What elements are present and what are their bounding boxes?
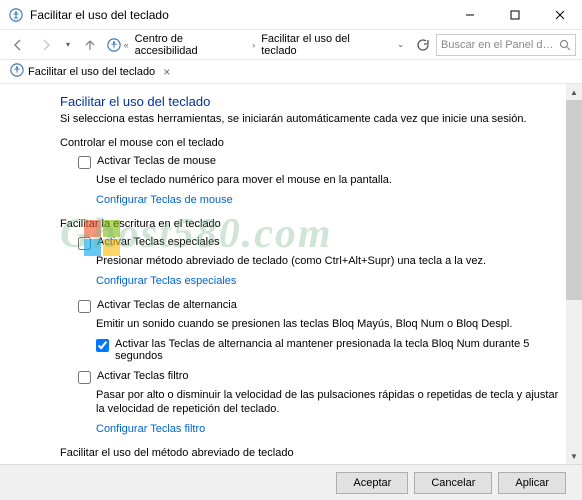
- checkbox-input[interactable]: [78, 237, 91, 250]
- accessibility-icon: [106, 37, 122, 53]
- window-title: Facilitar el uso del teclado: [30, 8, 447, 22]
- link-configure-filter-keys[interactable]: Configurar Teclas filtro: [96, 423, 568, 435]
- breadcrumb-item-current[interactable]: Facilitar el uso del teclado: [257, 31, 389, 59]
- checkbox-label: Activar Teclas filtro: [97, 370, 189, 382]
- ok-button[interactable]: Aceptar: [336, 472, 408, 494]
- checkbox-toggle-keys[interactable]: Activar Teclas de alternancia: [78, 299, 568, 313]
- checkbox-input[interactable]: [78, 300, 91, 313]
- back-button[interactable]: [6, 33, 30, 57]
- checkbox-sticky-keys[interactable]: Activar Teclas especiales: [78, 236, 568, 250]
- toggle-keys-desc: Emitir un sonido cuando se presionen las…: [96, 317, 568, 332]
- up-button[interactable]: [78, 33, 102, 57]
- checkbox-toggle-keys-numlock[interactable]: Activar las Teclas de alternancia al man…: [96, 338, 568, 362]
- checkbox-filter-keys[interactable]: Activar Teclas filtro: [78, 370, 568, 384]
- cancel-button[interactable]: Cancelar: [414, 472, 492, 494]
- breadcrumb-dropdown-icon[interactable]: ⌄: [393, 40, 408, 49]
- checkbox-mouse-keys[interactable]: Activar Teclas de mouse: [78, 155, 568, 169]
- forward-button[interactable]: [34, 33, 58, 57]
- tab-close-icon[interactable]: ×: [163, 65, 170, 79]
- tab-label: Facilitar el uso del teclado: [28, 66, 155, 78]
- checkbox-label: Activar Teclas de alternancia: [97, 299, 237, 311]
- titlebar: Facilitar el uso del teclado: [0, 0, 582, 30]
- dialog-footer: Aceptar Cancelar Aplicar: [0, 464, 582, 500]
- apply-button[interactable]: Aplicar: [498, 472, 566, 494]
- maximize-button[interactable]: [492, 0, 537, 30]
- toolbar: ▾ « Centro de accesibilidad › Facilitar …: [0, 30, 582, 60]
- scroll-up-icon[interactable]: ▲: [566, 84, 582, 100]
- window-controls: [447, 0, 582, 30]
- accessibility-icon: [8, 7, 24, 23]
- close-button[interactable]: [537, 0, 582, 30]
- mouse-keys-desc: Use el teclado numérico para mover el mo…: [96, 173, 568, 188]
- minimize-button[interactable]: [447, 0, 492, 30]
- section-typing-head: Facilitar la escritura en el teclado: [60, 218, 568, 230]
- search-input[interactable]: Buscar en el Panel de control: [436, 34, 576, 56]
- checkbox-input[interactable]: [78, 371, 91, 384]
- page-title: Facilitar el uso del teclado: [60, 94, 568, 109]
- breadcrumb: « Centro de accesibilidad › Facilitar el…: [106, 31, 389, 59]
- link-configure-mouse-keys[interactable]: Configurar Teclas de mouse: [96, 194, 568, 206]
- checkbox-label: Activar Teclas especiales: [97, 236, 220, 248]
- filter-keys-desc: Pasar por alto o disminuir la velocidad …: [96, 388, 568, 418]
- section-shortcuts-head: Facilitar el uso del método abreviado de…: [60, 447, 568, 459]
- checkbox-label: Activar las Teclas de alternancia al man…: [115, 338, 568, 362]
- link-configure-sticky-keys[interactable]: Configurar Teclas especiales: [96, 275, 568, 287]
- vertical-scrollbar[interactable]: ▲ ▼: [566, 84, 582, 464]
- search-icon: [559, 39, 571, 51]
- chevron-left-icon: «: [124, 40, 129, 50]
- sticky-keys-desc: Presionar método abreviado de teclado (c…: [96, 254, 568, 269]
- search-placeholder: Buscar en el Panel de control: [441, 39, 559, 51]
- accessibility-icon: [10, 63, 24, 80]
- checkbox-input[interactable]: [96, 339, 109, 352]
- tab-strip: Facilitar el uso del teclado ×: [0, 60, 582, 84]
- refresh-button[interactable]: [412, 35, 432, 55]
- page-subtitle: Si selecciona estas herramientas, se ini…: [60, 113, 568, 125]
- checkbox-input[interactable]: [78, 156, 91, 169]
- checkbox-label: Activar Teclas de mouse: [97, 155, 216, 167]
- history-dropdown-icon[interactable]: ▾: [62, 40, 74, 49]
- content-area: Facilitar el uso del teclado Si seleccio…: [0, 84, 582, 464]
- breadcrumb-item-center[interactable]: Centro de accesibilidad: [131, 31, 251, 59]
- section-mouse-head: Controlar el mouse con el teclado: [60, 137, 568, 149]
- chevron-right-icon: ›: [252, 40, 255, 50]
- scroll-down-icon[interactable]: ▼: [566, 448, 582, 464]
- tab-current[interactable]: Facilitar el uso del teclado ×: [4, 61, 176, 82]
- scrollbar-thumb[interactable]: [566, 100, 582, 300]
